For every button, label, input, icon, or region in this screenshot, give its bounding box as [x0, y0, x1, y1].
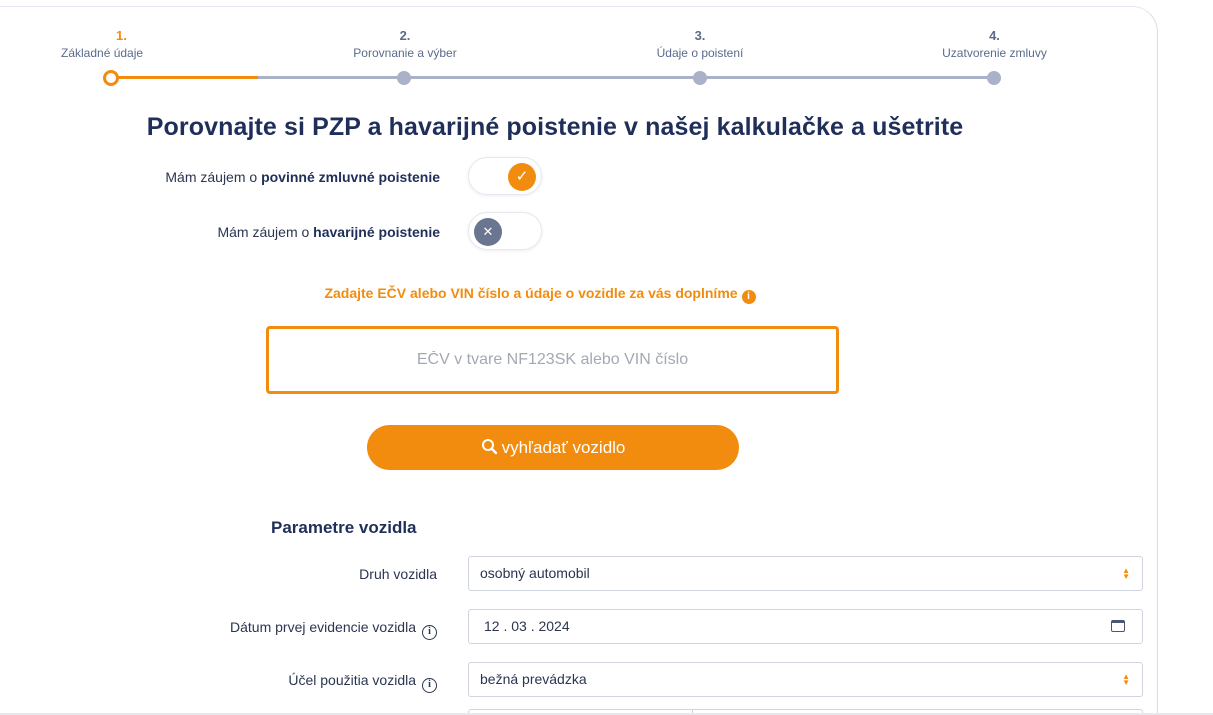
step-number: 2. [399, 28, 411, 43]
step-label: Uzatvorenie zmluvy [942, 46, 1047, 60]
step-4-dot[interactable] [987, 71, 1001, 85]
select-arrows-icon: ▲ ▼ [1122, 671, 1130, 687]
label-text: Druh vozidla [359, 566, 437, 582]
toggle-prefix: Mám záujem o [165, 169, 262, 185]
first-registration-date-input[interactable]: 12 . 03 . 2024 [468, 609, 1143, 644]
vehicle-type-select[interactable]: osobný automobil ▲ ▼ [468, 556, 1143, 591]
step-1-dot[interactable] [103, 70, 119, 86]
usage-purpose-select[interactable]: bežná prevádzka ▲ ▼ [468, 662, 1143, 697]
step-number: 1. [116, 28, 127, 43]
section-title-vehicle-params: Parametre vozidla [271, 518, 417, 537]
info-icon[interactable]: i [422, 678, 437, 693]
label-text: Dátum prvej evidencie vozidla [230, 619, 416, 635]
field-label-usage-purpose: Účel použitia vozidla i [0, 672, 437, 693]
step-label: Porovnanie a výber [353, 46, 457, 60]
step-1[interactable]: 1. Základné údaje [60, 28, 170, 60]
calendar-icon[interactable] [1111, 620, 1125, 632]
search-hint: Zadajte EČV alebo VIN číslo a údaje o vo… [0, 285, 1080, 304]
close-icon: ✕ [474, 218, 502, 246]
magnifier-icon [481, 438, 498, 458]
step-3-dot[interactable] [693, 71, 707, 85]
date-value: 12 . 03 . 2024 [484, 618, 570, 634]
select-value: bežná prevádzka [480, 671, 587, 687]
toggle-prefix: Mám záujem o [217, 224, 314, 240]
search-button-label: vyhľadať vozidlo [501, 437, 626, 457]
search-vehicle-button[interactable]: vyhľadať vozidlo [367, 425, 739, 470]
info-icon[interactable]: i [422, 625, 437, 640]
toggle-pzp-switch[interactable]: ✓ [468, 157, 542, 195]
progress-track-remaining [258, 76, 995, 79]
check-icon: ✓ [508, 163, 536, 191]
toggle-bold: havarijné poistenie [313, 224, 440, 240]
toggle-bold: povinné zmluvné poistenie [261, 169, 440, 185]
step-label: Údaje o poistení [656, 46, 744, 60]
toggle-pzp-label: Mám záujem o povinné zmluvné poistenie [0, 169, 440, 185]
step-number: 3. [694, 28, 706, 43]
info-icon[interactable]: i [741, 290, 756, 304]
step-2[interactable]: 2. Porovnanie a výber [335, 28, 475, 60]
step-label: Základné údaje [61, 46, 144, 60]
progress-track-done [112, 76, 258, 79]
step-4[interactable]: 4. Uzatvorenie zmluvy [922, 28, 1067, 60]
page-title: Porovnajte si PZP a havarijné poistenie … [146, 113, 964, 141]
step-number: 4. [989, 28, 1000, 43]
toggle-havarijne-label: Mám záujem o havarijné poistenie [0, 224, 440, 240]
step-3[interactable]: 3. Údaje o poistení [630, 28, 770, 60]
toggle-havarijne-switch[interactable]: ✕ [468, 212, 542, 250]
vin-search-input[interactable] [266, 326, 839, 394]
field-label-vehicle-type: Druh vozidla [0, 566, 437, 582]
select-value: osobný automobil [480, 565, 590, 581]
step-2-dot[interactable] [397, 71, 411, 85]
label-text: Účel použitia vozidla [288, 672, 416, 688]
search-hint-text: Zadajte EČV alebo VIN číslo a údaje o vo… [324, 285, 738, 301]
select-arrows-icon: ▲ ▼ [1122, 565, 1130, 581]
field-label-first-registration: Dátum prvej evidencie vozidla i [0, 619, 437, 640]
